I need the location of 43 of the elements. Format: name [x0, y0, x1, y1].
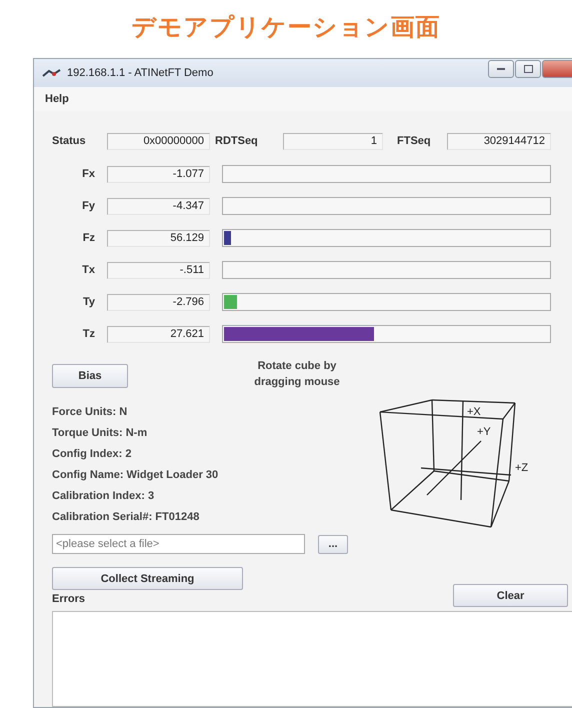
value-field: 0x00000000: [107, 132, 210, 150]
maximize-icon: [524, 65, 532, 73]
channel-label: Ty: [82, 296, 95, 308]
channel-label: Tz: [82, 328, 95, 340]
file-field[interactable]: <please select a file>: [52, 534, 305, 554]
app-icon: [42, 68, 62, 78]
minimize-button[interactable]: [488, 60, 514, 78]
maximize-button[interactable]: [515, 60, 541, 78]
minimize-icon: [497, 68, 505, 70]
clear-button[interactable]: Clear: [453, 584, 568, 607]
axis-label: +X: [467, 406, 481, 418]
browse-button[interactable]: ...: [318, 534, 348, 554]
field-label: RDTSeq: [215, 135, 259, 147]
field-label: FTSeq: [397, 135, 432, 147]
channel-label: Fx: [81, 168, 95, 180]
hint-text: Rotate cube by dragging mouse: [253, 359, 341, 390]
value-field: -4.347: [107, 198, 210, 214]
errors-label: Errors: [52, 593, 86, 605]
cube-drawing[interactable]: [379, 399, 516, 528]
info-text: Config Index: 2: [52, 447, 132, 462]
info-text: Force Units: N: [52, 405, 128, 420]
channel-label: Fy: [81, 200, 95, 212]
value-field: 56.129: [107, 230, 210, 246]
window-title: 192.168.1.1 - ATINetFT Demo: [67, 67, 214, 79]
channel-label: Tx: [81, 264, 95, 276]
info-text: Config Name: Widget Loader 30: [52, 468, 220, 483]
bias-button[interactable]: Bias: [52, 364, 128, 388]
value-field: 1: [283, 132, 383, 150]
value-field: -1.077: [107, 166, 210, 182]
channel-label: Fz: [82, 232, 95, 244]
axis-label: +Y: [477, 426, 491, 438]
value-field: 27.621: [107, 326, 210, 342]
info-text: Calibration Index: 3: [52, 489, 156, 504]
page-heading: デモアプリケーション画面: [132, 12, 440, 43]
info-text: Torque Units: N-m: [52, 426, 148, 441]
field-label: Status: [52, 135, 87, 147]
value-field: -.511: [107, 262, 210, 278]
value-field: -2.796: [107, 294, 210, 310]
info-text: Calibration Serial#: FT01248: [52, 510, 200, 525]
axis-label: +Z: [515, 462, 528, 474]
menu-item[interactable]: Help: [45, 93, 69, 105]
value-field: 3029144712: [447, 132, 551, 150]
collect-streaming-button[interactable]: Collect Streaming: [52, 567, 243, 590]
